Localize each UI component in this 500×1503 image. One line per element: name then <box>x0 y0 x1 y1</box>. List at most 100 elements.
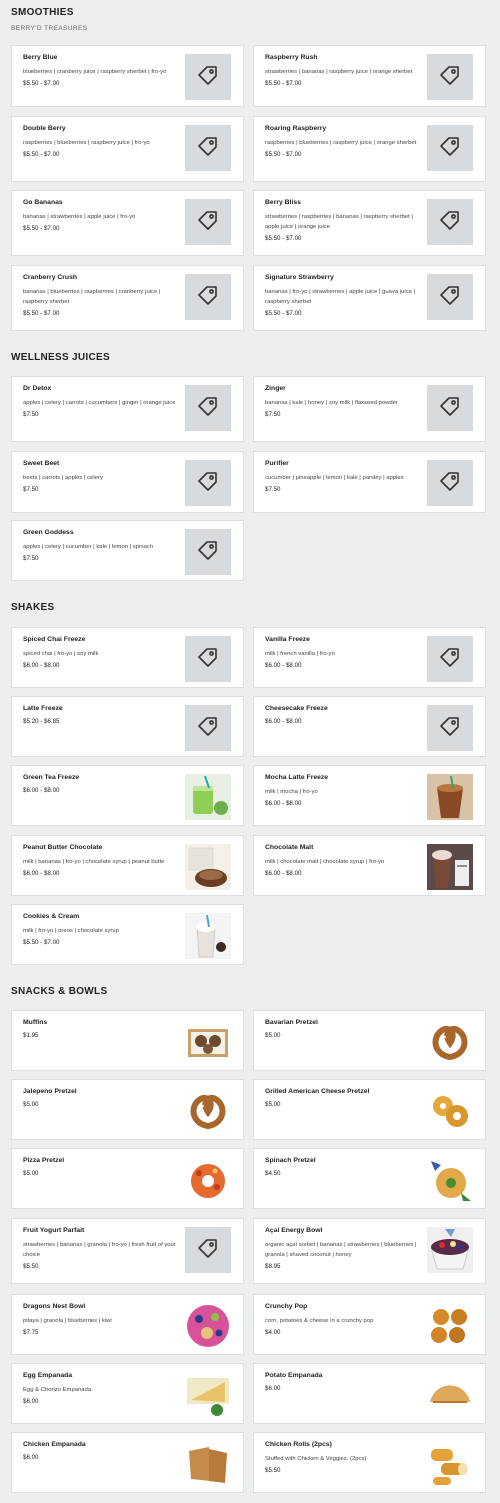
menu-item-description: raspberries | blueberries | raspberry ju… <box>265 140 417 146</box>
menu-item-card-latte-freeze[interactable]: Latte Freeze $5.20 - $6.85 <box>11 696 244 757</box>
pizza-pretzel-photo[interactable] <box>185 1157 231 1203</box>
menu-item-info: Muffins $1.95 <box>23 1019 181 1039</box>
dragon-bowl-photo[interactable] <box>185 1303 231 1349</box>
placeholder-thumbnail[interactable] <box>185 705 231 751</box>
menu-item-card-fruit-yogurt-parfait[interactable]: Fruit Yogurt Parfait strawberries | banan… <box>11 1218 244 1284</box>
tag-icon <box>438 208 462 237</box>
pretzel-photo[interactable] <box>427 1019 473 1065</box>
cookies-cream-photo[interactable] <box>185 913 231 959</box>
menu-item-name: Mocha Latte Freeze <box>265 774 329 781</box>
chicken-empanada-photo[interactable] <box>185 1441 231 1487</box>
spinach-pretzel-photo[interactable] <box>427 1157 473 1203</box>
menu-item-info: Berry Bliss strawberries | raspberries | … <box>265 199 423 242</box>
menu-item-card-jalepeno-pretzel[interactable]: Jalepeno Pretzel $5.00 <box>11 1079 244 1140</box>
pretzel-photo[interactable] <box>185 1088 231 1134</box>
placeholder-thumbnail[interactable] <box>185 125 231 171</box>
placeholder-thumbnail[interactable] <box>185 54 231 100</box>
menu-item-card-cheesecake-freeze[interactable]: Cheesecake Freeze $6.00 - $8.00 <box>253 696 486 757</box>
menu-item-card-egg-empanada[interactable]: Egg Empanada Egg & Chorizo Empanada $6.00 <box>11 1363 244 1424</box>
menu-item-card-chocolate-malt[interactable]: Chocolate Malt milk | chocolate malt | ch… <box>253 835 486 896</box>
menu-item-name: Bavarian Pretzel <box>265 1019 318 1026</box>
choc-malt-photo[interactable] <box>427 844 473 890</box>
placeholder-thumbnail[interactable] <box>427 385 473 431</box>
menu-item-card-muffins[interactable]: Muffins $1.95 <box>11 1010 244 1071</box>
menu-item-card-berry-bliss[interactable]: Berry Bliss strawberries | raspberries | … <box>253 190 486 256</box>
menu-item-card-bavarian-pretzel[interactable]: Bavarian Pretzel $5.00 <box>253 1010 486 1071</box>
menu-item-card-cookies-cream[interactable]: Cookies & Cream milk | fro-yo | oreos | c… <box>11 904 244 965</box>
menu-item-card-vanilla-freeze[interactable]: Vanilla Freeze milk | french vanilla | fr… <box>253 627 486 688</box>
acai-photo[interactable] <box>427 1227 473 1273</box>
menu-item-name: Spinach Pretzel <box>265 1157 316 1164</box>
placeholder-thumbnail[interactable] <box>427 54 473 100</box>
placeholder-thumbnail[interactable] <box>427 199 473 245</box>
placeholder-thumbnail[interactable] <box>185 636 231 682</box>
menu-item-card-roaring-raspberry[interactable]: Roaring Raspberry raspberries | blueberri… <box>253 116 486 182</box>
menu-item-description: milk | french vanilla | fro-yo <box>265 651 335 657</box>
menu-item-info: Roaring Raspberry raspberries | blueberri… <box>265 125 423 158</box>
menu-item-name: Go Bananas <box>23 199 63 206</box>
menu-item-price: $8.95 <box>265 1263 281 1270</box>
menu-item-name: Potato Empanada <box>265 1372 323 1379</box>
menu-item-price: $5.00 <box>265 1101 281 1108</box>
muffins-photo[interactable] <box>185 1019 231 1065</box>
menu-item-card-dragons-nest-bowl[interactable]: Dragons Nest Bowl pitaya | granola | blue… <box>11 1294 244 1355</box>
menu-item-name: Pizza Pretzel <box>23 1157 65 1164</box>
menu-item-name: Cheesecake Freeze <box>265 705 328 712</box>
menu-item-card-signature-strawberry[interactable]: Signature Strawberry bananas | fro-yo | s… <box>253 265 486 331</box>
menu-item-card-go-bananas[interactable]: Go Bananas bananas | strawberries | apple… <box>11 190 244 256</box>
menu-item-info: Grilled American Cheese Pretzel $5.00 <box>265 1088 423 1108</box>
menu-item-card-raspberry-rush[interactable]: Raspberry Rush strawberries | bananas | r… <box>253 45 486 107</box>
pb-choc-photo[interactable] <box>185 844 231 890</box>
menu-item-card-a-a-energy-bowl[interactable]: Açaí Energy Bowl organic açaí sorbet | ba… <box>253 1218 486 1284</box>
placeholder-thumbnail[interactable] <box>185 385 231 431</box>
menu-item-card-grilled-american-cheese-pretzel[interactable]: Grilled American Cheese Pretzel $5.00 <box>253 1079 486 1140</box>
green-tea-photo[interactable] <box>185 774 231 820</box>
placeholder-thumbnail[interactable] <box>185 199 231 245</box>
placeholder-thumbnail[interactable] <box>427 705 473 751</box>
section-title-smoothies: SMOOTHIES <box>11 7 74 18</box>
menu-item-info: Cranberry Crush bananas | blueberries | r… <box>23 274 181 317</box>
menu-item-card-mocha-latte-freeze[interactable]: Mocha Latte Freeze milk | mocha | fro-yo $… <box>253 765 486 826</box>
cheese-pretzel-photo[interactable] <box>427 1088 473 1134</box>
placeholder-thumbnail[interactable] <box>427 125 473 171</box>
mocha-photo[interactable] <box>427 774 473 820</box>
placeholder-thumbnail[interactable] <box>185 274 231 320</box>
placeholder-thumbnail[interactable] <box>185 460 231 506</box>
menu-item-card-crunchy-pop[interactable]: Crunchy Pop corn, potatoes & cheese in a … <box>253 1294 486 1355</box>
menu-item-card-zinger[interactable]: Zinger bananas | kale | honey | soy milk … <box>253 376 486 442</box>
menu-item-card-cranberry-crush[interactable]: Cranberry Crush bananas | blueberries | r… <box>11 265 244 331</box>
tag-icon <box>196 469 220 498</box>
menu-item-info: Dr Detox apples | celery | carrots | cucu… <box>23 385 181 418</box>
menu-item-card-dr-detox[interactable]: Dr Detox apples | celery | carrots | cucu… <box>11 376 244 442</box>
menu-item-card-pizza-pretzel[interactable]: Pizza Pretzel $5.00 <box>11 1148 244 1209</box>
menu-item-card-peanut-butter-chocolate[interactable]: Peanut Butter Chocolate milk | bananas | … <box>11 835 244 896</box>
menu-item-card-sweet-beet[interactable]: Sweet Beet beets | carrots | apples | cel… <box>11 451 244 513</box>
section-title-shakes: SHAKES <box>11 602 55 613</box>
menu-item-card-green-goddess[interactable]: Green Goddess apples | celery | cucumber … <box>11 520 244 581</box>
menu-item-card-berry-blue[interactable]: Berry Blue blueberries | cranberry juice … <box>11 45 244 107</box>
egg-empanada-photo[interactable] <box>185 1372 231 1418</box>
menu-item-card-double-berry[interactable]: Double Berry raspberries | blueberries | … <box>11 116 244 182</box>
placeholder-thumbnail[interactable] <box>185 529 231 575</box>
menu-item-price: $6.00 - $8.00 <box>23 662 60 669</box>
placeholder-thumbnail[interactable] <box>185 1227 231 1273</box>
menu-item-price: $6.00 <box>23 1398 39 1405</box>
menu-item-info: Signature Strawberry bananas | fro-yo | s… <box>265 274 423 317</box>
menu-item-card-green-tea-freeze[interactable]: Green Tea Freeze $6.00 - $8.00 <box>11 765 244 826</box>
menu-item-card-purifier[interactable]: Purifier cucumber | pineapple | lemon | k… <box>253 451 486 513</box>
menu-item-info: Chocolate Malt milk | chocolate malt | ch… <box>265 844 423 877</box>
menu-item-card-potato-empanada[interactable]: Potato Empanada $6.00 <box>253 1363 486 1424</box>
potato-empanada-photo[interactable] <box>427 1372 473 1418</box>
menu-item-description: raspberries | blueberries | raspberry ju… <box>23 140 150 146</box>
placeholder-thumbnail[interactable] <box>427 636 473 682</box>
menu-item-card-chicken-rolls-2pcs[interactable]: Chicken Rolls (2pcs) Stuffed with Chicken… <box>253 1432 486 1493</box>
menu-item-card-spiced-chai-freeze[interactable]: Spiced Chai Freeze spiced chai | fro-yo |… <box>11 627 244 688</box>
menu-item-card-spinach-pretzel[interactable]: Spinach Pretzel $4.50 <box>253 1148 486 1209</box>
crunchy-pop-photo[interactable] <box>427 1303 473 1349</box>
placeholder-thumbnail[interactable] <box>427 460 473 506</box>
menu-item-description: corn, potatoes & cheese in a crunchy pop <box>265 1318 374 1324</box>
tag-icon <box>196 208 220 237</box>
chicken-rolls-photo[interactable] <box>427 1441 473 1487</box>
placeholder-thumbnail[interactable] <box>427 274 473 320</box>
menu-item-card-chicken-empanada[interactable]: Chicken Empanada $6.00 <box>11 1432 244 1493</box>
